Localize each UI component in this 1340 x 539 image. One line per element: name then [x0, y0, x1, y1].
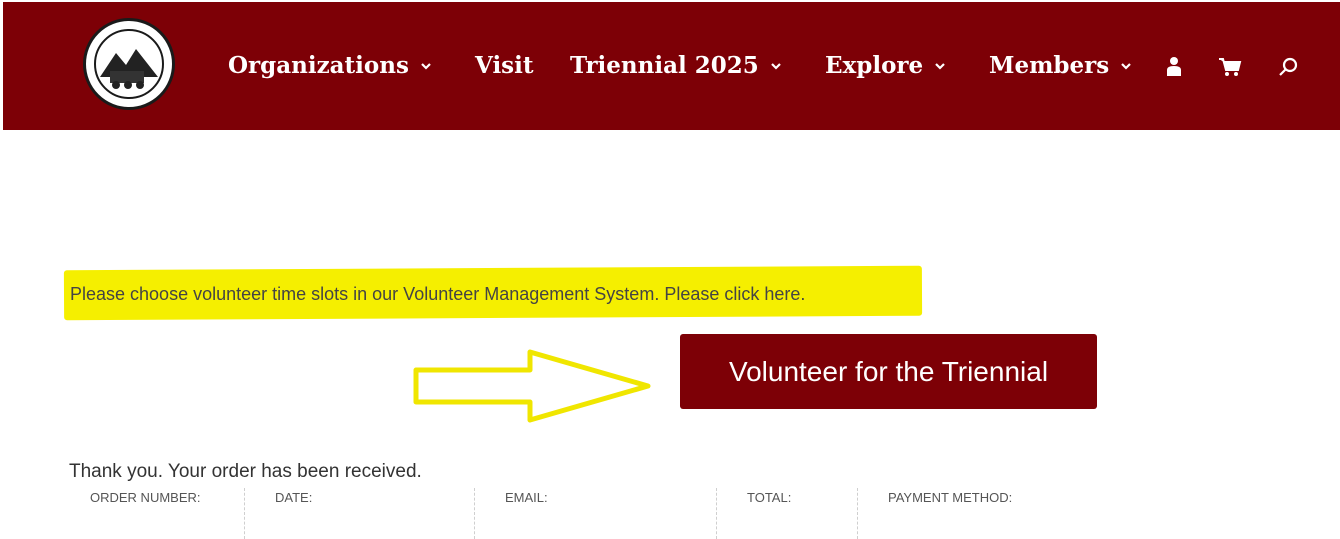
date-label: DATE: [275, 490, 313, 505]
volunteer-notice-text[interactable]: Please choose volunteer time slots in ou… [70, 284, 805, 305]
site-header: Organizations Visit Triennial 2025 Explo… [3, 2, 1340, 130]
nav-triennial-2025[interactable]: Triennial 2025 [570, 52, 783, 79]
volunteer-button[interactable]: Volunteer for the Triennial [680, 334, 1097, 409]
arrow-right-icon [413, 349, 651, 423]
cart-icon[interactable] [1217, 54, 1243, 80]
nav-organizations-label: Organizations [228, 52, 409, 79]
nav-members-label: Members [989, 52, 1110, 79]
user-icon[interactable] [1161, 54, 1187, 80]
nav-visit[interactable]: Visit [475, 52, 534, 79]
nav-explore[interactable]: Explore [825, 52, 947, 79]
search-icon[interactable] [1275, 54, 1301, 80]
chevron-down-icon [421, 62, 431, 70]
chevron-down-icon [771, 62, 781, 70]
total-label: TOTAL: [747, 490, 792, 505]
column-divider [474, 488, 475, 539]
column-divider [716, 488, 717, 539]
order-number-label: ORDER NUMBER: [90, 490, 201, 505]
email-label: EMAIL: [505, 490, 548, 505]
nav-triennial-label: Triennial 2025 [570, 52, 759, 79]
column-divider [244, 488, 245, 539]
payment-method-label: PAYMENT METHOD: [888, 490, 1013, 505]
nav-visit-label: Visit [475, 52, 534, 79]
chevron-down-icon [1121, 62, 1131, 70]
order-received-message: Thank you. Your order has been received. [69, 461, 422, 482]
mountain-train-icon [100, 49, 158, 89]
nav-organizations[interactable]: Organizations [228, 52, 433, 79]
nav-members[interactable]: Members [989, 52, 1133, 79]
nav-explore-label: Explore [825, 52, 924, 79]
chevron-down-icon [935, 62, 945, 70]
column-divider [857, 488, 858, 539]
logo-emblem [94, 29, 164, 99]
site-logo[interactable] [83, 18, 175, 110]
